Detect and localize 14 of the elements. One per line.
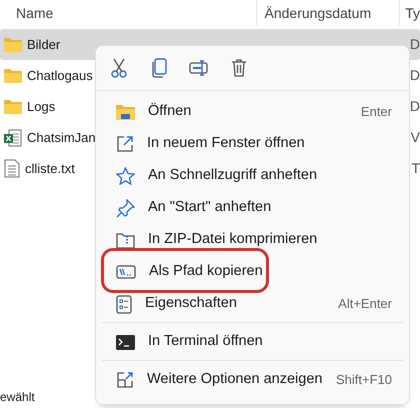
shortcut-text: Alt+Enter	[338, 295, 392, 314]
status-text: ewählt	[0, 389, 35, 406]
file-name: clliste.txt	[25, 160, 75, 178]
file-type: D	[410, 67, 420, 83]
shortcut-text: Enter	[360, 103, 392, 122]
file-name: Bilder	[27, 36, 60, 54]
file-type: D	[410, 98, 420, 114]
file-name: Chatlogaus	[27, 66, 93, 85]
shortcut-text: Shift+F10	[336, 371, 392, 390]
file-type: T	[411, 160, 420, 176]
file-type: V	[410, 129, 420, 145]
file-name: Logs	[27, 98, 56, 116]
file-name: ChatsimJan	[27, 128, 96, 147]
file-type: D	[410, 36, 420, 52]
